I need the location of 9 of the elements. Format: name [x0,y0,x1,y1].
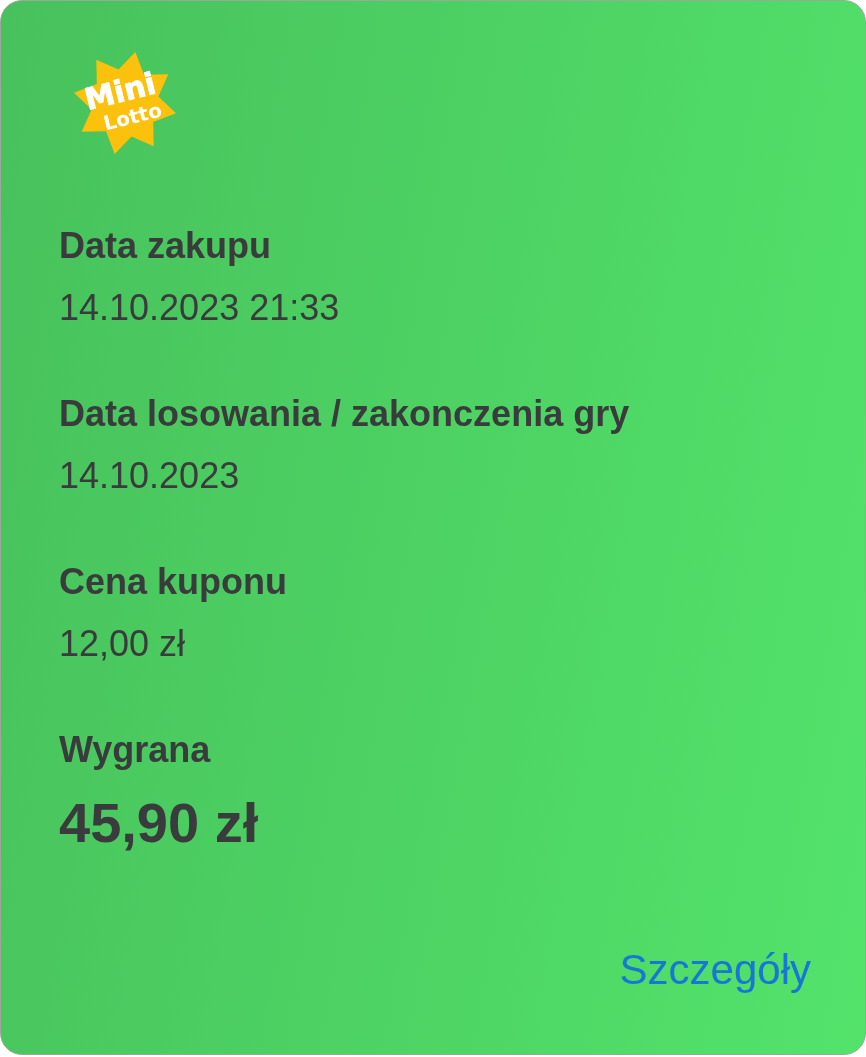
field-value: 12,00 zł [59,623,187,665]
field-value: 14.10.2023 21:33 [59,287,341,329]
details-link[interactable]: Szczegóły [619,946,811,994]
field-label: Wygrana [59,729,212,771]
field-label: Data losowania / zakonczenia gry [59,393,631,435]
field-label: Cena kuponu [59,561,288,603]
prize-amount: 45,90 zł [59,795,260,851]
field-label: Data zakupu [59,225,273,267]
field-value: 14.10.2023 [59,455,241,497]
